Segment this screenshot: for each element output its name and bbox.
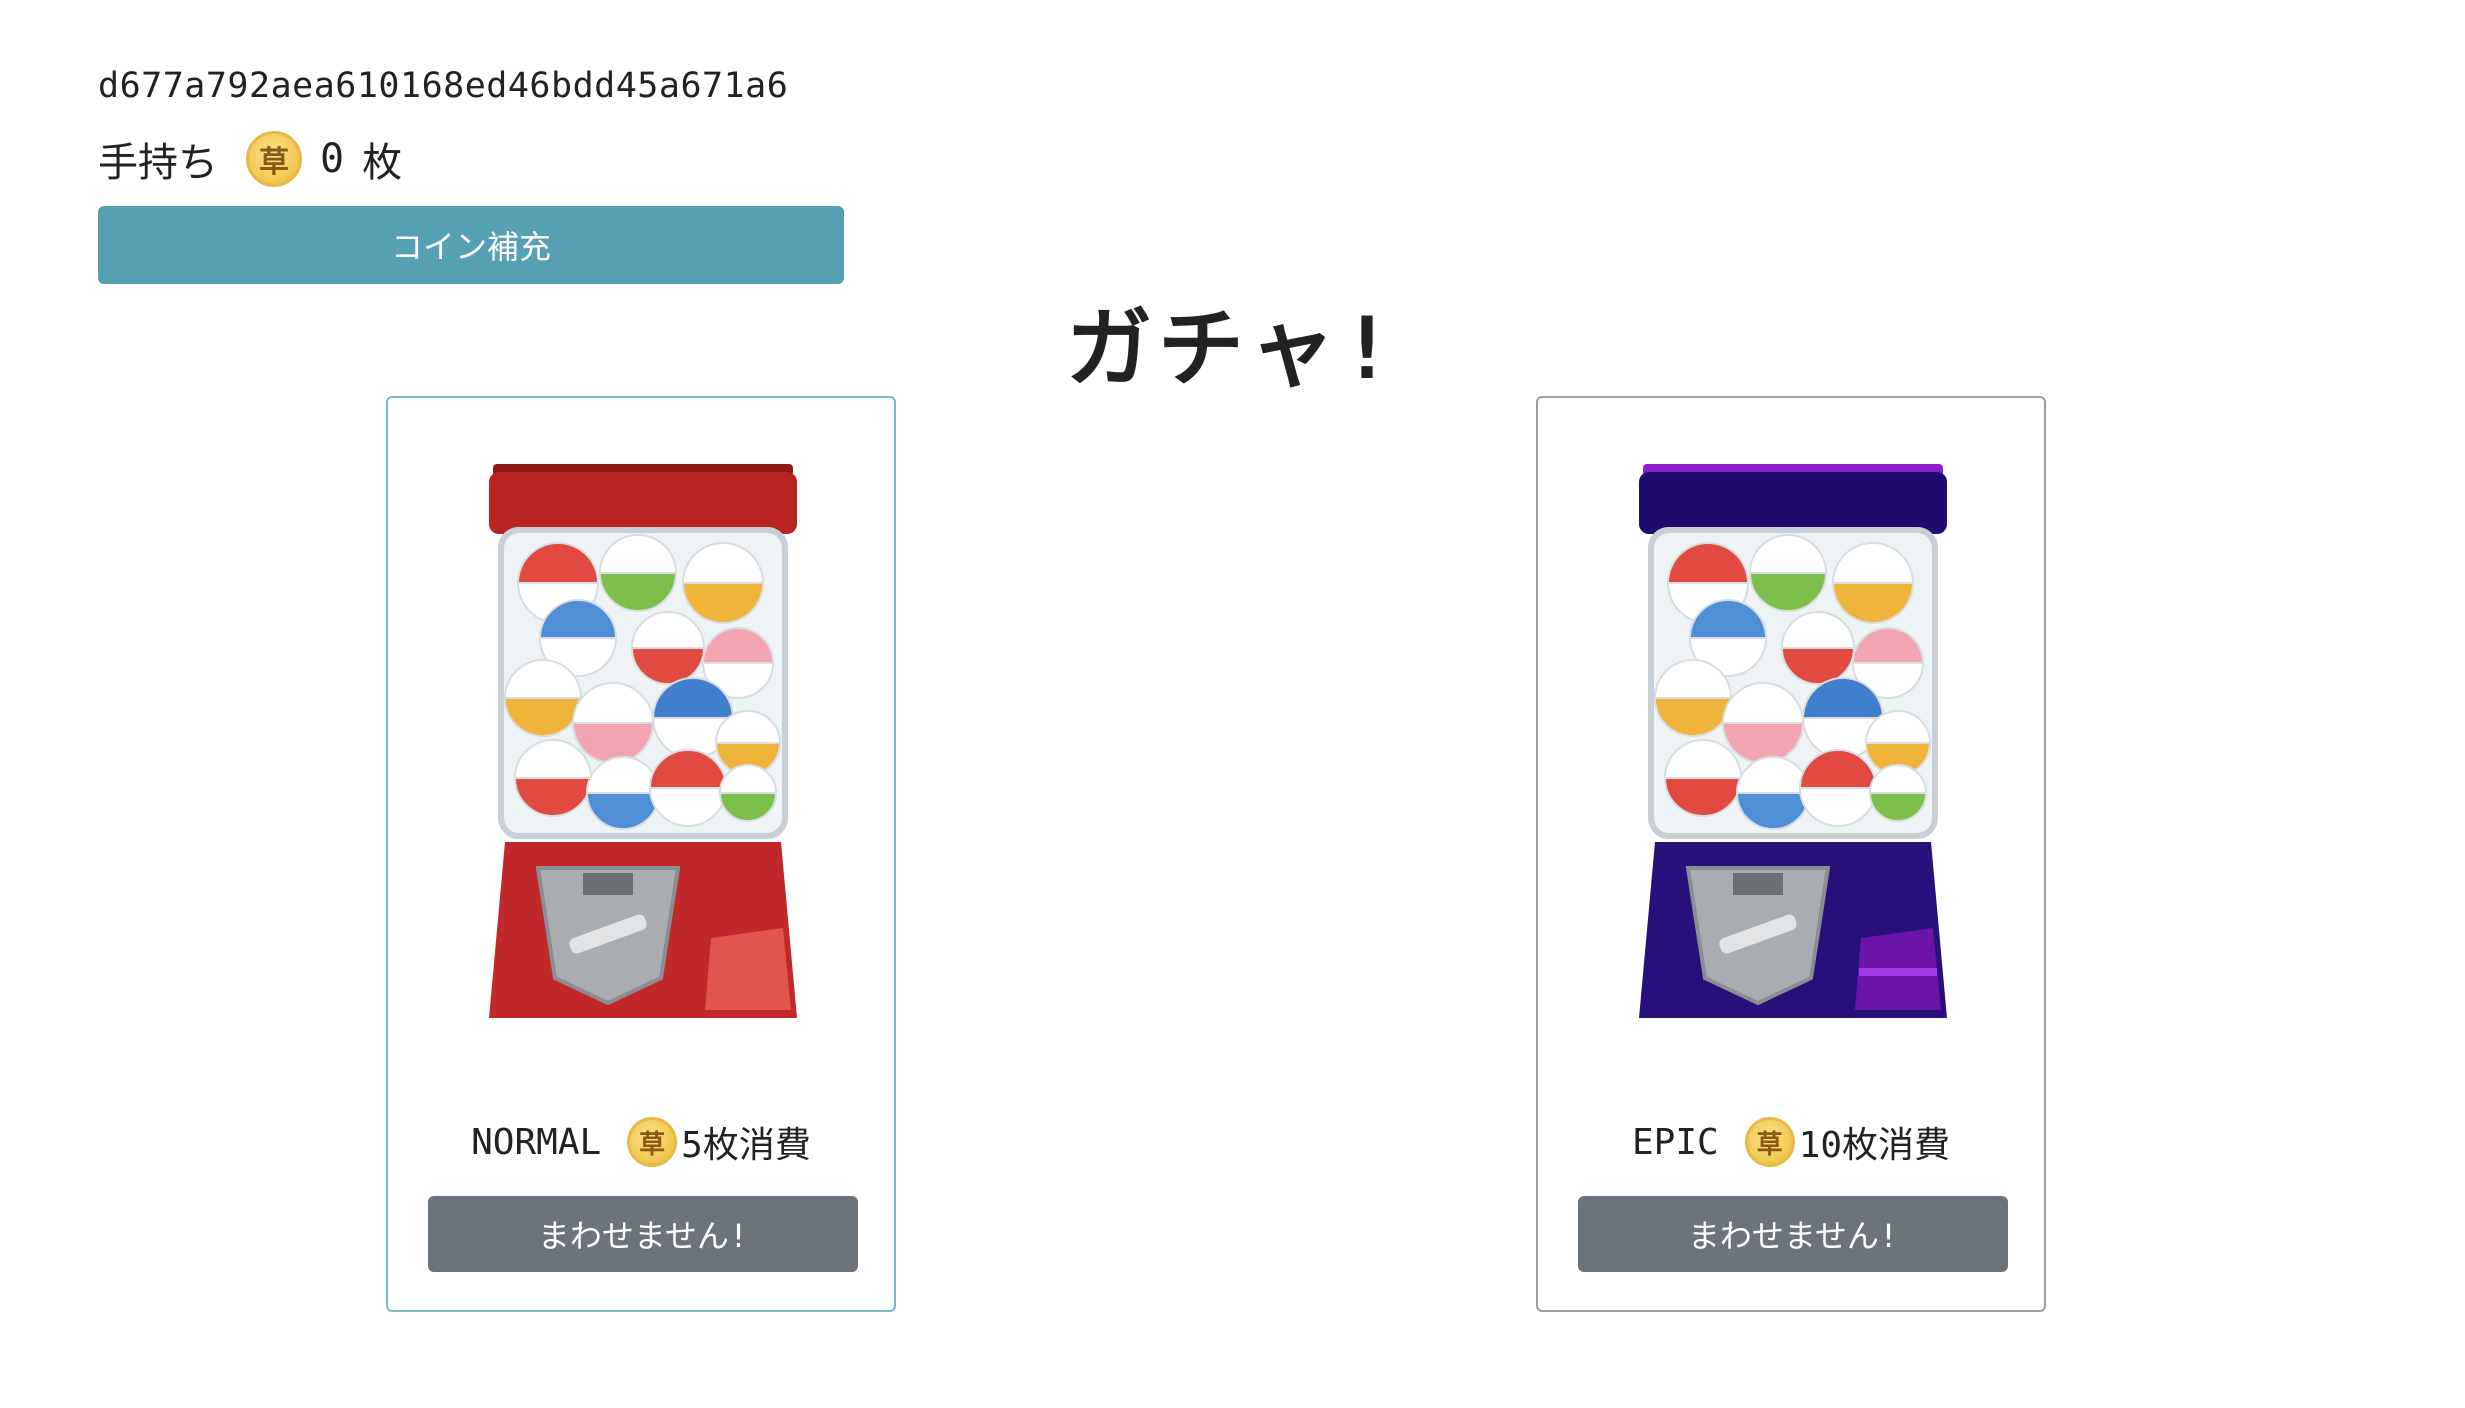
gachapon-machine-purple-image	[1639, 464, 1947, 1018]
page-title: ガチャ!	[1066, 299, 1399, 399]
rarity-label: EPIC	[1631, 1121, 1719, 1163]
gacha-cost-normal: NORMAL 草 5枚消費	[388, 1116, 894, 1168]
gacha-cost-epic: EPIC 草 10枚消費	[1538, 1116, 2044, 1168]
wallet-balance: 手持ち 草 0 枚	[98, 130, 402, 188]
user-id: d677a792aea610168ed46bdd45a671a6	[98, 66, 789, 106]
wallet-count: 0	[320, 136, 345, 182]
grass-coin-icon: 草	[1744, 1117, 1795, 1167]
wallet-unit: 枚	[362, 140, 403, 186]
grass-coin-icon: 草	[246, 131, 302, 187]
grass-coin-icon: 草	[627, 1117, 678, 1167]
gachapon-machine-red-image	[489, 464, 797, 1018]
gacha-card-epic: EPIC 草 10枚消費 まわせません!	[1536, 396, 2046, 1312]
spin-epic-button[interactable]: まわせません!	[1578, 1196, 2008, 1272]
wallet-label: 手持ち	[98, 140, 218, 186]
cost-label: 10枚消費	[1798, 1125, 1951, 1166]
spin-normal-button[interactable]: まわせません!	[428, 1196, 858, 1272]
cost-label: 5枚消費	[681, 1125, 811, 1166]
rarity-label: NORMAL	[471, 1121, 602, 1163]
gacha-card-normal: NORMAL 草 5枚消費 まわせません!	[386, 396, 896, 1312]
coin-refill-button[interactable]: コイン補充	[98, 206, 844, 284]
